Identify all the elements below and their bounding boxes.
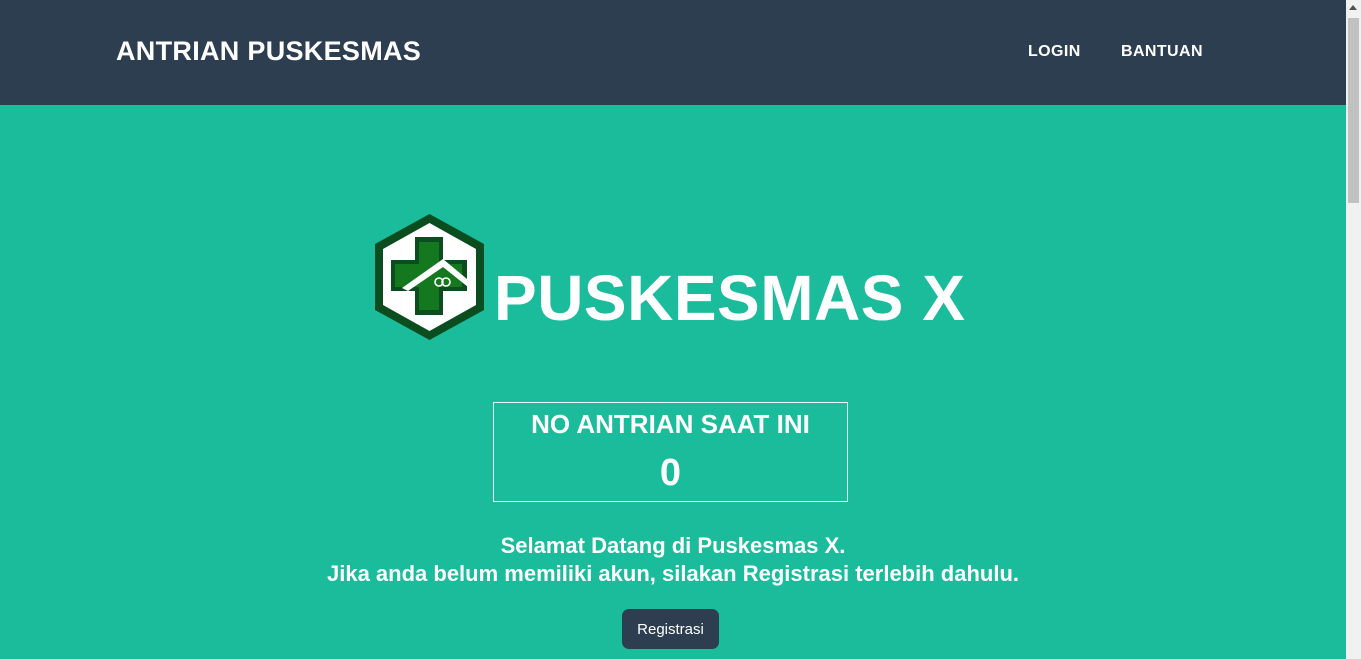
scroll-up-arrow-icon[interactable] <box>1349 5 1357 10</box>
brand-link[interactable]: ANTRIAN PUSKESMAS <box>116 36 421 67</box>
hero-title: PUSKESMAS X <box>494 262 966 334</box>
page-scrollbar[interactable] <box>1346 0 1361 659</box>
welcome-text-line-1: Selamat Datang di Puskesmas X. <box>500 533 846 558</box>
top-navbar: ANTRIAN PUSKESMAS LOGIN BANTUAN <box>0 0 1346 105</box>
nav-login-link[interactable]: LOGIN <box>1028 43 1081 61</box>
current-queue-panel: NO ANTRIAN SAAT INI 0 <box>493 402 848 502</box>
scrollbar-thumb[interactable] <box>1348 18 1359 203</box>
registrasi-button[interactable]: Registrasi <box>622 609 719 649</box>
queue-number: 0 <box>659 452 682 494</box>
puskesmas-logo-icon <box>375 214 484 340</box>
queue-label: NO ANTRIAN SAAT INI <box>531 409 810 439</box>
nav-bantuan-link[interactable]: BANTUAN <box>1121 43 1203 61</box>
welcome-text-line-2: Jika anda belum memiliki akun, silakan R… <box>326 561 1019 586</box>
